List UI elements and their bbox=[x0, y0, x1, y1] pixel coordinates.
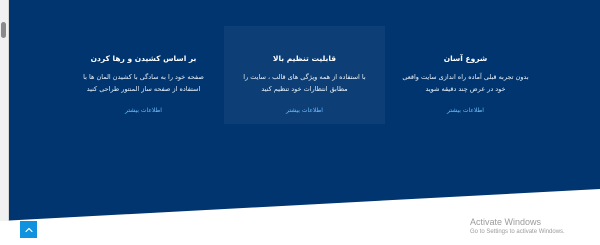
feature-more-link[interactable]: اطلاعات بیشتر bbox=[286, 107, 323, 114]
feature-card-drag-drop: بر اساس کشیدن و رها کردن صفحه خود را به … bbox=[63, 26, 224, 124]
back-to-top-button[interactable] bbox=[20, 221, 37, 238]
windows-activation-watermark: Activate Windows Go to Settings to activ… bbox=[470, 217, 600, 236]
features-grid: شروع آسان بدون تجربه قبلی آماده راه اندا… bbox=[62, 26, 546, 124]
feature-more-link[interactable]: اطلاعات بیشتر bbox=[447, 107, 484, 114]
feature-more-link[interactable]: اطلاعات بیشتر bbox=[125, 107, 162, 114]
feature-description: با استفاده از همه ویژگی های قالب ، سایت … bbox=[243, 73, 366, 93]
chevron-up-icon bbox=[24, 227, 33, 232]
scrollbar-thumb[interactable] bbox=[1, 22, 6, 38]
activation-subtitle: Go to Settings to activate Windows. bbox=[470, 229, 565, 235]
feature-card-customizable: قابلیت تنظیم بالا با استفاده از همه ویژگ… bbox=[224, 26, 385, 124]
feature-title: قابلیت تنظیم بالا bbox=[272, 54, 337, 63]
feature-description: صفحه خود را به سادگی با کشیدن المان ها ب… bbox=[83, 73, 204, 93]
activation-title: Activate Windows bbox=[470, 217, 542, 227]
feature-card-easy-start: شروع آسان بدون تجربه قبلی آماده راه اندا… bbox=[385, 26, 546, 124]
feature-title: بر اساس کشیدن و رها کردن bbox=[90, 54, 197, 63]
feature-title: شروع آسان bbox=[443, 54, 488, 63]
page-scrollbar[interactable] bbox=[0, 0, 9, 221]
feature-description: بدون تجربه قبلی آماده راه اندازی سایت وا… bbox=[402, 73, 529, 93]
